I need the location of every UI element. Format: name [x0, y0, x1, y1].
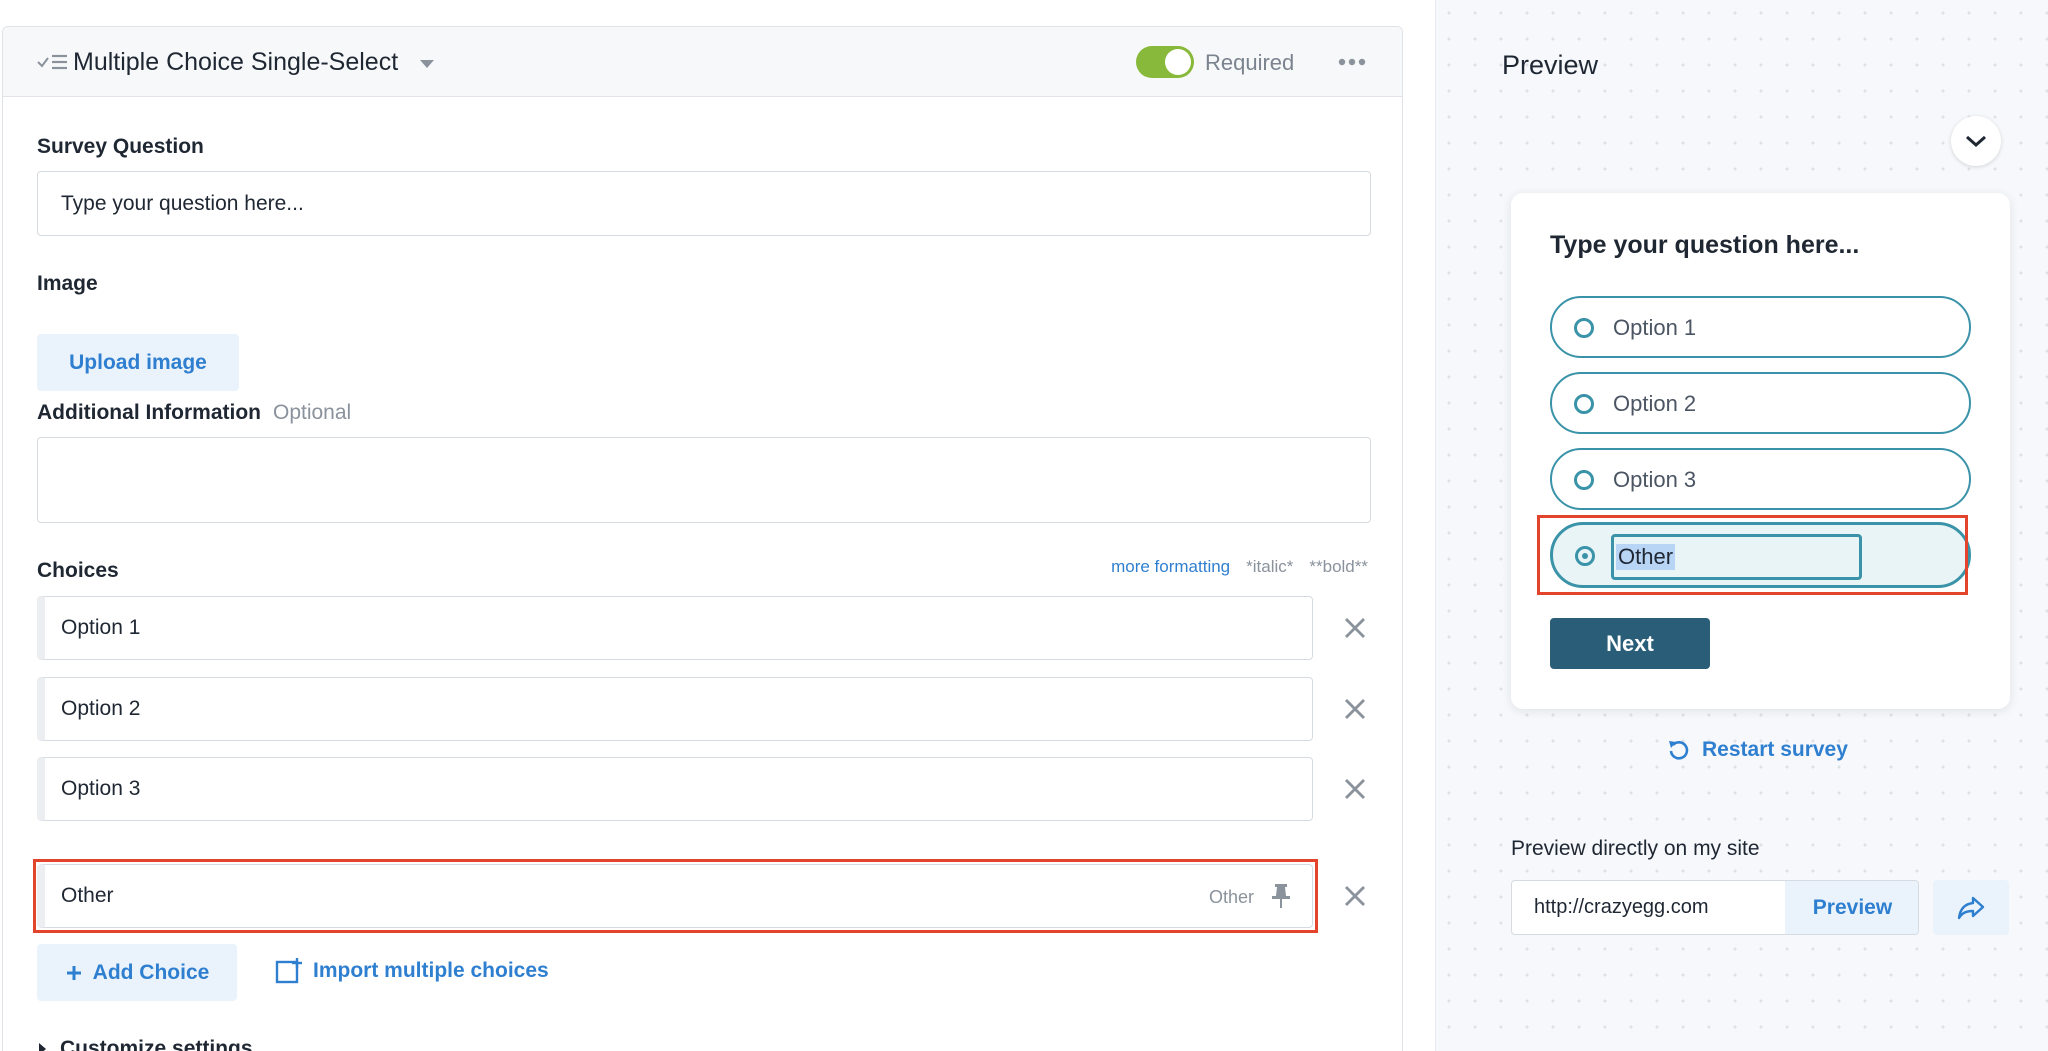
additional-info-textarea[interactable] — [37, 437, 1371, 523]
choice-text: Option 1 — [61, 616, 141, 639]
optional-label: Optional — [272, 401, 352, 424]
more-formatting-link[interactable]: more formatting — [1111, 557, 1230, 577]
close-icon[interactable] — [1342, 883, 1368, 909]
radio-icon — [1574, 394, 1594, 414]
import-multiple-choices-link[interactable]: Import multiple choices — [275, 957, 549, 985]
share-button[interactable] — [1933, 880, 2009, 935]
preview-title: Preview — [1502, 50, 1599, 80]
import-label: Import multiple choices — [313, 959, 549, 982]
restart-label: Restart survey — [1702, 738, 1848, 761]
additional-info-label: Additional Information Optional — [37, 400, 351, 426]
url-value: http://crazyegg.com — [1534, 896, 1709, 918]
question-type-dropdown[interactable]: Multiple Choice Single-Select — [73, 47, 398, 77]
caret-right-icon — [39, 1043, 46, 1051]
preview-url-input[interactable]: http://crazyegg.com — [1512, 881, 1785, 934]
radio-icon — [1574, 318, 1594, 338]
highlight-box — [33, 859, 1318, 933]
checklist-icon — [37, 54, 67, 70]
survey-preview-card: Type your question here... Option 1 Opti… — [1511, 193, 2010, 709]
option-label: Option 3 — [1613, 467, 1697, 492]
option-label: Option 2 — [1613, 391, 1697, 416]
next-button[interactable]: Next — [1550, 618, 1710, 669]
highlight-box — [1537, 515, 1968, 595]
choices-label: Choices — [37, 559, 119, 582]
add-choice-button[interactable]: Add Choice — [37, 944, 237, 1001]
preview-question: Type your question here... — [1550, 231, 1860, 259]
collapse-preview-button[interactable] — [1951, 116, 2001, 166]
more-horizontal-icon[interactable] — [1337, 57, 1367, 67]
toggle-knob — [1165, 49, 1191, 75]
restart-icon — [1669, 741, 1689, 760]
additional-info-title: Additional Information — [37, 401, 261, 424]
preview-url-group: http://crazyegg.com Preview — [1511, 880, 1919, 935]
close-icon[interactable] — [1342, 615, 1368, 641]
chevron-down-icon[interactable] — [420, 60, 434, 68]
customize-settings-toggle[interactable]: Customize settings — [39, 1036, 253, 1051]
question-type-header: Multiple Choice Single-Select Required — [3, 27, 1402, 97]
preview-option-1[interactable]: Option 1 — [1550, 296, 1971, 358]
italic-hint: *italic* — [1246, 557, 1294, 576]
choice-text: Option 2 — [61, 697, 141, 720]
preview-option-2[interactable]: Option 2 — [1550, 372, 1971, 434]
plus-icon — [66, 965, 81, 980]
image-label: Image — [37, 272, 98, 295]
survey-question-placeholder: Type your question here... — [61, 191, 304, 215]
required-toggle[interactable] — [1136, 46, 1194, 78]
choice-input-2[interactable]: Option 2 — [37, 677, 1313, 741]
question-editor: Multiple Choice Single-Select Required S… — [2, 26, 1403, 1051]
add-choice-label: Add Choice — [92, 960, 210, 984]
import-icon — [275, 958, 302, 984]
upload-image-button[interactable]: Upload image — [37, 334, 239, 391]
chevron-down-icon — [1966, 135, 1986, 148]
restart-survey-link[interactable]: Restart survey — [1668, 737, 1848, 763]
preview-option-3[interactable]: Option 3 — [1550, 448, 1971, 510]
close-icon[interactable] — [1342, 776, 1368, 802]
required-label: Required — [1205, 50, 1295, 75]
choice-input-3[interactable]: Option 3 — [37, 757, 1313, 821]
close-icon[interactable] — [1342, 696, 1368, 722]
preview-site-button[interactable]: Preview — [1785, 881, 1918, 934]
choice-text: Option 3 — [61, 777, 141, 800]
bold-hint: **bold** — [1309, 557, 1368, 576]
survey-question-label: Survey Question — [37, 135, 204, 158]
preview-direct-label: Preview directly on my site — [1511, 837, 1760, 860]
formatting-hints: more formatting *italic* **bold** — [1111, 557, 1368, 577]
preview-pane: Preview Type your question here... Optio… — [1435, 0, 2048, 1051]
share-arrow-icon — [1957, 896, 1985, 919]
choice-input-1[interactable]: Option 1 — [37, 596, 1313, 660]
customize-label: Customize settings — [60, 1037, 253, 1051]
option-label: Option 1 — [1613, 315, 1697, 340]
survey-question-input[interactable]: Type your question here... — [37, 171, 1371, 236]
radio-icon — [1574, 470, 1594, 490]
